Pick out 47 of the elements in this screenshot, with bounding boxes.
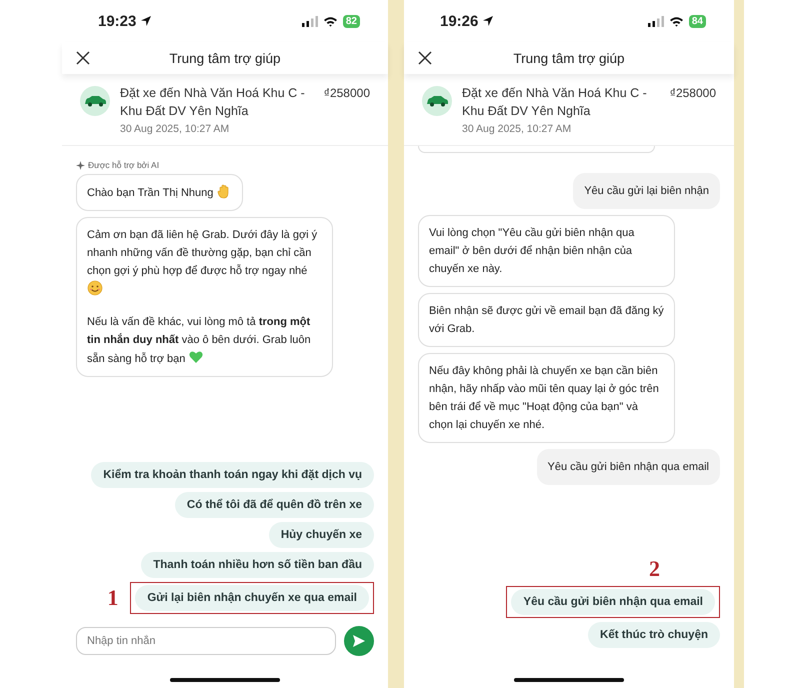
send-icon [352, 634, 366, 648]
suggestion-chip[interactable]: Kiểm tra khoản thanh toán ngay khi đặt dịch vụ [91, 462, 374, 488]
message-text: Vui lòng chọn "Yêu cầu gửi biên nhận qua email" ở bên dưới để nhận biên nhận của chuyến xe này. [429, 226, 636, 277]
message-text: Yêu cầu gửi biên nhận qua email [548, 460, 709, 475]
message-text: Yêu cầu gửi lại biên nhận [584, 184, 709, 199]
car-icon [422, 86, 452, 116]
close-button[interactable] [76, 51, 90, 65]
suggestion-chip[interactable]: Hủy chuyến xe [268, 522, 374, 548]
message-text: Cảm ơn bạn đã liên hệ Grab. Dưới đây là gợi ý nhanh những vấn đề thường gặp, bạn chỉ cần chọn gợi ý phù hợp để được hỗ trợ ngay nhé [87, 226, 322, 299]
message-text: Biên nhận sẽ được gửi về email bạn đã đăng ký với Grab. [429, 304, 664, 337]
trip-date: 30 Aug 2025, 10:27 AM [120, 123, 230, 135]
suggestion-chip[interactable]: Kết thúc trò chuyện [588, 622, 720, 648]
trip-destination: Đặt xe đến Nhà Văn Hoá Khu C - Khu Đất DV Yên Nghĩa [120, 85, 306, 120]
smiling-face-icon [87, 280, 103, 296]
trip-date: 30 Aug 2025, 10:27 AM [462, 123, 572, 135]
annotation-number: 2 [649, 556, 660, 582]
suggestion-chip[interactable]: Gửi lại biên nhận chuyến xe qua email [135, 585, 369, 611]
heart-icon [188, 349, 204, 365]
message-text: Nếu đây không phải là chuyến xe bạn cần biên nhận, hãy nhấp vào mũi tên quay lại ở góc trên bên trái để về mục "Hoạt động của bạn" và chọn lại chuyến xe nhé. [429, 364, 660, 433]
location-arrow-icon [140, 15, 152, 27]
location-arrow-icon [482, 15, 494, 27]
screen-title: Trung tâm trợ giúp [168, 50, 282, 66]
car-icon [80, 86, 110, 116]
trip-price: ₫258000 [324, 86, 370, 100]
battery-indicator: 84 [688, 14, 706, 28]
message-text: Nếu là vấn đề khác, vui lòng mô tả trong một tin nhắn duy nhất vào ô bên dưới. Grab luôn sẵn sàng hỗ trợ bạn [87, 315, 312, 367]
suggestion-chip[interactable]: Có thể tôi đã để quên đồ trên xe [174, 492, 374, 518]
suggestion-chip[interactable]: Thanh toán nhiều hơn số tiền ban đầu [141, 552, 374, 578]
wifi-icon [322, 16, 338, 26]
clock-time: 19:26 [440, 12, 478, 30]
trip-price: ₫258000 [670, 86, 716, 100]
signal-icon [302, 16, 318, 26]
send-button[interactable] [344, 626, 374, 656]
ai-support-label: Được hỗ trợ bởi AI [88, 160, 160, 170]
clock-time: 19:23 [98, 12, 136, 30]
sparkle-icon [76, 160, 85, 170]
battery-indicator: 82 [342, 14, 360, 28]
suggestion-chip[interactable]: Yêu cầu gửi biên nhận qua email [511, 589, 715, 615]
signal-icon [648, 16, 664, 26]
trip-destination: Đặt xe đến Nhà Văn Hoá Khu C - Khu Đất DV Yên Nghĩa [462, 85, 648, 120]
close-button[interactable] [418, 51, 432, 65]
close-icon [418, 51, 432, 65]
screen-title: Trung tâm trợ giúp [512, 50, 626, 66]
message-text: Chào bạn Trần Thị Nhung [87, 183, 232, 202]
close-icon [76, 51, 90, 65]
annotation-number: 1 [107, 585, 118, 611]
wifi-icon [668, 16, 684, 26]
